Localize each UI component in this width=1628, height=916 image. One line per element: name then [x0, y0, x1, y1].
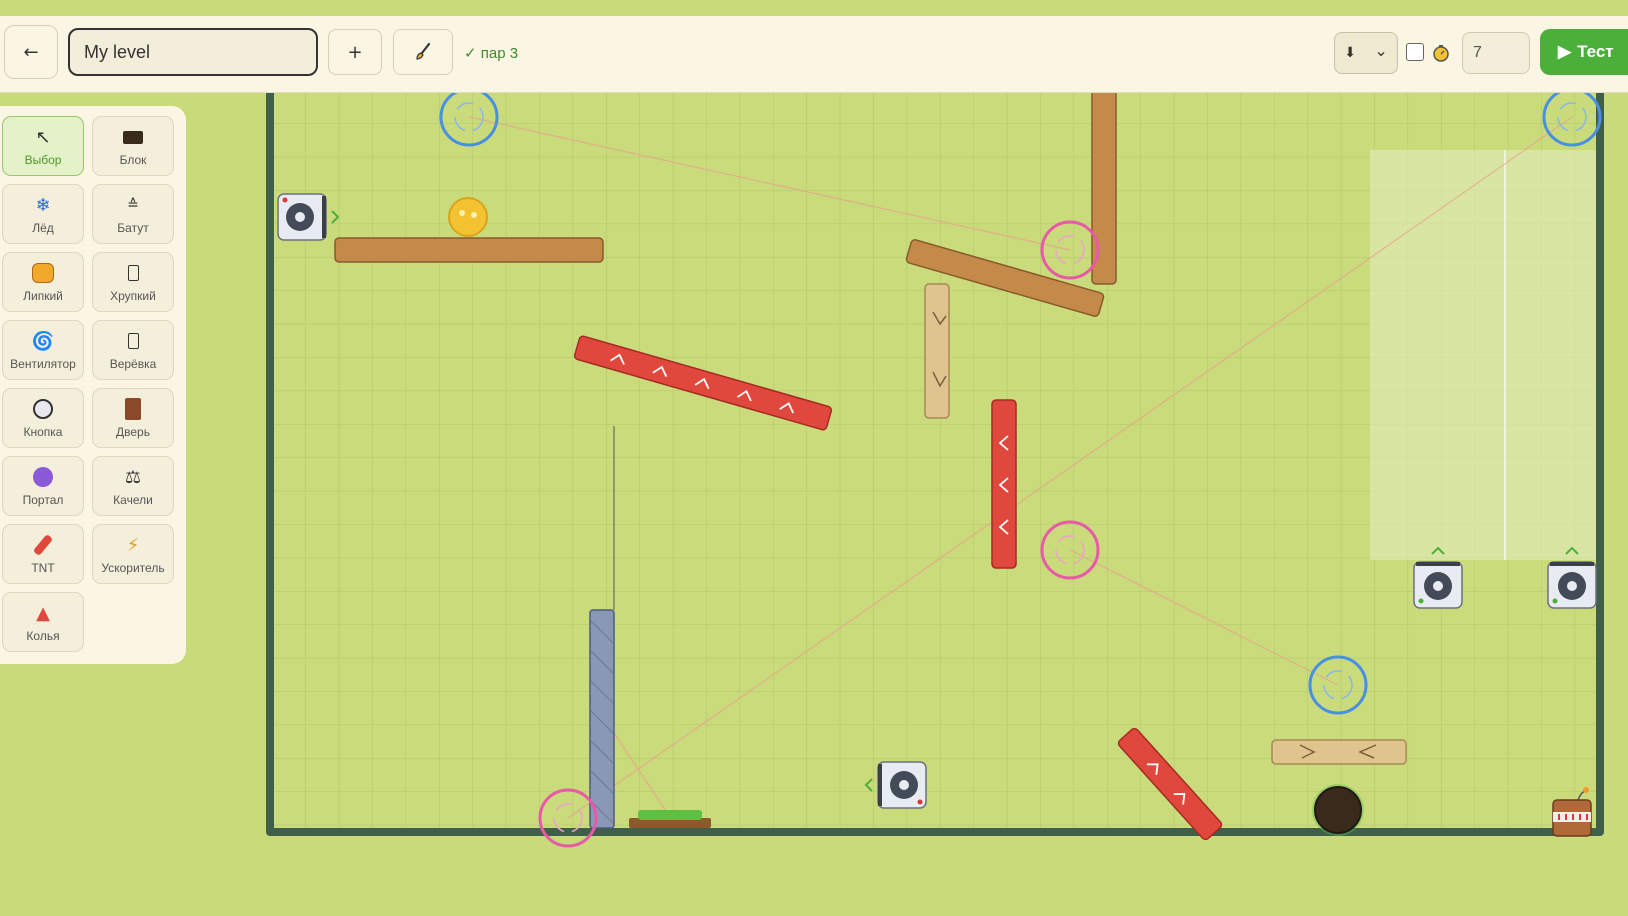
honey-icon — [30, 261, 56, 285]
scales-icon: ⚖ — [124, 466, 142, 488]
gravity-select[interactable]: ⬇ ⌄ — [1334, 32, 1398, 74]
back-arrow-icon: ← — [23, 41, 39, 63]
tool-select[interactable]: ↖ Выбор — [2, 116, 84, 176]
spikes-icon: ▲ — [36, 602, 50, 624]
ball[interactable] — [448, 197, 488, 237]
tool-button[interactable]: Кнопка — [2, 388, 84, 448]
tool-sticky[interactable]: Липкий — [2, 252, 84, 312]
fragile-icon — [120, 261, 146, 285]
tool-palette: ↖ Выбор Блок ❄ Лёд ≙ Батут Липкий Хрупки… — [0, 106, 186, 664]
wind-zone — [1370, 150, 1596, 560]
chevron-down-icon: ⌄ — [1374, 40, 1388, 60]
rope-icon — [120, 329, 146, 353]
arrow-down-icon: ⬇ — [1344, 45, 1356, 61]
test-button[interactable]: ▶ Тест — [1540, 29, 1628, 75]
block-icon — [120, 125, 146, 149]
tool-portal[interactable]: Портал — [2, 456, 84, 516]
tool-ice[interactable]: ❄ Лёд — [2, 184, 84, 244]
tool-fan[interactable]: 🌀 Вентилятор — [2, 320, 84, 380]
cursor-icon: ↖ — [35, 126, 51, 148]
timer-input[interactable] — [1462, 32, 1530, 74]
wood-block[interactable] — [334, 237, 604, 263]
fan-icon: 🌀 — [31, 330, 55, 352]
lightning-icon: ⚡ — [126, 534, 140, 556]
tool-trampoline[interactable]: ≙ Батут — [92, 184, 174, 244]
stopwatch-icon — [1433, 45, 1449, 62]
booster-block[interactable] — [991, 399, 1017, 569]
fragile-block[interactable] — [1271, 739, 1407, 765]
goal-hole[interactable] — [1312, 784, 1364, 836]
brush-icon — [416, 42, 431, 60]
level-board[interactable] — [0, 0, 1628, 916]
tool-tnt[interactable]: TNT — [2, 524, 84, 584]
tool-spikes[interactable]: ▲ Колья — [2, 592, 84, 652]
tool-booster[interactable]: ⚡ Ускоритель — [92, 524, 174, 584]
tool-block[interactable]: Блок — [92, 116, 174, 176]
door-icon — [120, 397, 146, 421]
play-icon: ▶ — [1558, 42, 1572, 61]
door-block[interactable] — [589, 609, 615, 829]
wood-block[interactable] — [1091, 89, 1117, 285]
button-icon — [30, 397, 56, 421]
tool-door[interactable]: Дверь — [92, 388, 174, 448]
level-name-input[interactable] — [68, 28, 318, 76]
snowflake-icon: ❄ — [35, 194, 51, 216]
tool-rope[interactable]: Верёвка — [92, 320, 174, 380]
back-button[interactable]: ← — [4, 25, 58, 79]
paint-brush-button[interactable] — [393, 29, 453, 75]
pressure-button[interactable] — [638, 810, 702, 820]
tnt-icon — [30, 533, 56, 557]
add-button[interactable]: + — [328, 29, 382, 75]
par-status: ✓ пар 3 — [464, 45, 519, 62]
fragile-block[interactable] — [924, 283, 950, 419]
trampoline-icon: ≙ — [127, 197, 139, 213]
tool-seesaw[interactable]: ⚖ Качели — [92, 456, 174, 516]
tool-fragile[interactable]: Хрупкий — [92, 252, 174, 312]
timer-checkbox[interactable] — [1406, 43, 1424, 61]
crystal-ball-icon — [30, 465, 56, 489]
